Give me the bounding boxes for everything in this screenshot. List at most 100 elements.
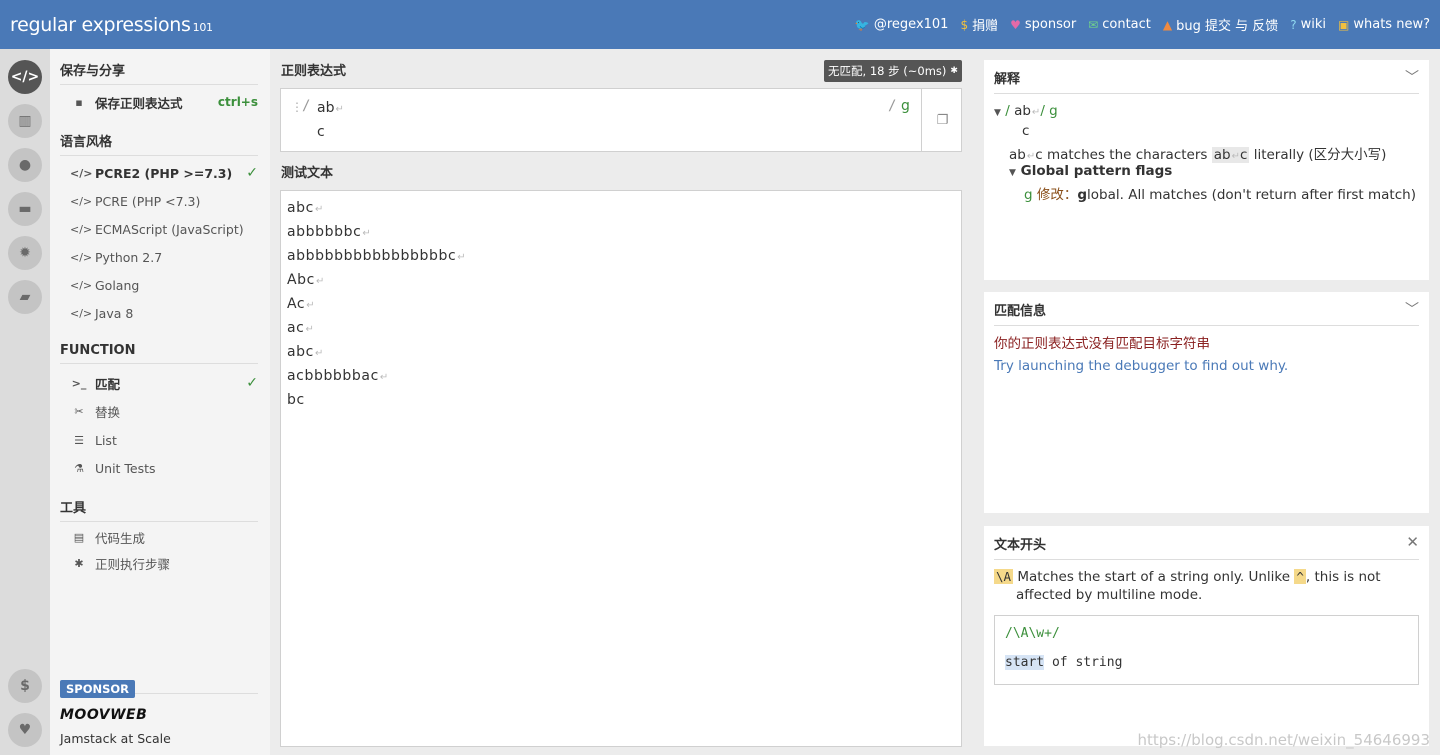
sponsor-tagline[interactable]: Jamstack at Scale — [60, 731, 171, 746]
flavor-label: PCRE2 (PHP >=7.3) — [95, 165, 233, 181]
library-icon[interactable]: ▥ — [8, 104, 42, 138]
regex-flags[interactable]: g — [901, 98, 910, 114]
heart-icon[interactable]: ♥ — [8, 713, 42, 747]
terminal-icon: >_ — [71, 376, 87, 390]
return-icon: ↵ — [305, 324, 315, 335]
test-string-editor[interactable]: abc↵ abbbbbbc↵ abbbbbbbbbbbbbbbbc↵ Abc↵ … — [280, 190, 962, 747]
function-substitution[interactable]: ✂ 替换 — [70, 400, 258, 422]
return-icon: ↵ — [457, 252, 467, 263]
bug-icon: ✱ — [950, 66, 958, 76]
nav-donate[interactable]: $ 捐赠 — [960, 15, 998, 35]
explanation-title: 解释 — [994, 68, 1419, 94]
collapse-triangle-icon[interactable]: ▼ — [1009, 168, 1016, 178]
match-info-title: 匹配信息 — [994, 300, 1419, 326]
flag-desc: lobal. All matches (don't return after f… — [1087, 187, 1416, 203]
save-regex-item[interactable]: ▪ 保存正则表达式 ctrl+s — [70, 91, 258, 113]
flavor-golang[interactable]: </> Golang — [70, 274, 258, 296]
brand-logo[interactable]: regular expressions 101 — [10, 14, 213, 36]
tool-debugger[interactable]: ✱ 正则执行步骤 — [70, 552, 258, 574]
test-line: abc↵ — [287, 344, 324, 360]
chat-icon[interactable]: ▰ — [8, 280, 42, 314]
nav-twitter[interactable]: 🐦 @regex101 — [855, 17, 949, 32]
nav-whats-new[interactable]: ▣ whats new? — [1338, 17, 1430, 32]
flavor-python[interactable]: </> Python 2.7 — [70, 246, 258, 268]
example-match: start — [1005, 655, 1045, 670]
flavor-pcre2[interactable]: </> PCRE2 (PHP >=7.3) ✓ — [70, 162, 258, 184]
test-line-text: acbbbbbbac — [287, 368, 379, 384]
copy-icon[interactable]: ❐ — [921, 89, 963, 151]
left-sidebar: 保存与分享 ▪ 保存正则表达式 ctrl+s 语言风格 </> PCRE2 (P… — [50, 49, 270, 755]
test-line-text: ac — [287, 320, 305, 336]
example-regex: /\A\w+/ — [1005, 626, 1060, 641]
code-icon: </> — [70, 166, 93, 180]
regex-line-1[interactable]: ab↵ — [317, 100, 344, 116]
quickref-token: \A — [994, 569, 1014, 584]
return-icon: ↵ — [362, 228, 372, 239]
chevron-down-icon[interactable]: ﹀ — [1405, 299, 1419, 319]
help-icon: ? — [1290, 17, 1297, 32]
nav-label: bug 提交 与 反馈 — [1176, 19, 1279, 34]
collapse-triangle-icon[interactable]: ▼ — [994, 108, 1001, 118]
settings-icon[interactable]: ✹ — [8, 236, 42, 270]
test-line: abbbbbbbbbbbbbbbbc↵ — [287, 248, 466, 264]
flavor-ecmascript[interactable]: </> ECMAScript (JavaScript) — [70, 218, 258, 240]
check-icon: ✓ — [246, 165, 258, 181]
nav-label: whats new? — [1353, 17, 1430, 32]
function-match[interactable]: >_ 匹配 ✓ — [70, 372, 258, 394]
return-icon: ↵ — [314, 348, 324, 359]
tool-label: 正则执行步骤 — [95, 556, 171, 572]
explanation-regex-row[interactable]: ▼ / ab↵/ g — [994, 103, 1058, 119]
chevron-down-icon[interactable]: ﹀ — [1405, 67, 1419, 87]
brand-version: 101 — [192, 20, 213, 34]
test-line-text: bc — [287, 392, 305, 408]
test-line: abbbbbbc↵ — [287, 224, 371, 240]
test-line: Ac↵ — [287, 296, 315, 312]
function-list[interactable]: ☰ List — [70, 429, 258, 451]
code-icon: </> — [70, 306, 93, 320]
regex-close-delimiter: / — [888, 98, 897, 114]
return-icon: ↵ — [1231, 151, 1240, 162]
code-icon[interactable]: </> — [8, 60, 42, 94]
user-icon[interactable]: ● — [8, 148, 42, 182]
return-icon: ↵ — [314, 204, 324, 215]
top-nav: 🐦 @regex101 $ 捐赠 ♥ sponsor ✉ contact ▲ bug 提交… — [855, 15, 1430, 34]
quickref-example: /\A\w+/ start of string — [994, 615, 1419, 685]
bug-icon: ✱ — [74, 556, 84, 570]
flavor-pcre[interactable]: </> PCRE (PHP <7.3) — [70, 190, 258, 212]
return-icon: ↵ — [379, 372, 389, 383]
quick-reference-panel: 文本开头 ✕ \A Matches the start of a string … — [984, 526, 1429, 746]
flags-heading[interactable]: ▼ Global pattern flags — [1009, 163, 1172, 179]
dollar-icon[interactable]: $ — [8, 669, 42, 703]
debugger-link[interactable]: Try launching the debugger to find out w… — [994, 358, 1288, 374]
news-icon: ▣ — [1338, 17, 1350, 32]
regex-line-2[interactable]: c — [317, 124, 325, 140]
quickref-title: 文本开头 — [994, 534, 1419, 560]
warning-icon: ▲ — [1162, 17, 1173, 32]
return-icon: ↵ — [315, 276, 325, 287]
flag-g-explanation: g 修改：global. All matches (don't return a… — [1024, 183, 1416, 203]
sponsor-badge: SPONSOR — [60, 680, 136, 698]
close-icon[interactable]: ✕ — [1406, 533, 1419, 551]
nav-wiki[interactable]: ? wiki — [1290, 17, 1326, 32]
list-icon: ☰ — [74, 433, 84, 447]
file-code-icon: ▤ — [73, 530, 85, 544]
nav-label: wiki — [1300, 17, 1327, 32]
flavor-label: Golang — [95, 277, 140, 293]
flavor-label: ECMAScript (JavaScript) — [95, 221, 244, 237]
quickref-desc: Matches the start of a string only. Unli… — [1017, 569, 1291, 585]
nav-bug[interactable]: ▲ bug 提交 与 反馈 — [1162, 15, 1279, 35]
flavor-label: Python 2.7 — [95, 249, 163, 265]
quickref-desc: , this is not — [1305, 569, 1381, 585]
nav-contact[interactable]: ✉ contact — [1088, 17, 1151, 32]
return-icon: ↵ — [335, 104, 344, 115]
regex-section-title: 正则表达式 — [281, 64, 347, 79]
function-unit-tests[interactable]: ⚗ Unit Tests — [70, 457, 258, 479]
tool-code-generator[interactable]: ▤ 代码生成 — [70, 526, 258, 548]
gamepad-icon[interactable]: ▬ — [8, 192, 42, 226]
sponsor-logo[interactable]: MOOVWEB — [60, 707, 147, 723]
flavor-java[interactable]: </> Java 8 — [70, 302, 258, 324]
regex-text: c — [317, 124, 325, 140]
nav-sponsor[interactable]: ♥ sponsor — [1010, 17, 1076, 32]
literal-token: c — [1035, 147, 1043, 163]
regex-editor[interactable]: ⋮ / ab↵ c / g ❐ — [280, 88, 962, 152]
